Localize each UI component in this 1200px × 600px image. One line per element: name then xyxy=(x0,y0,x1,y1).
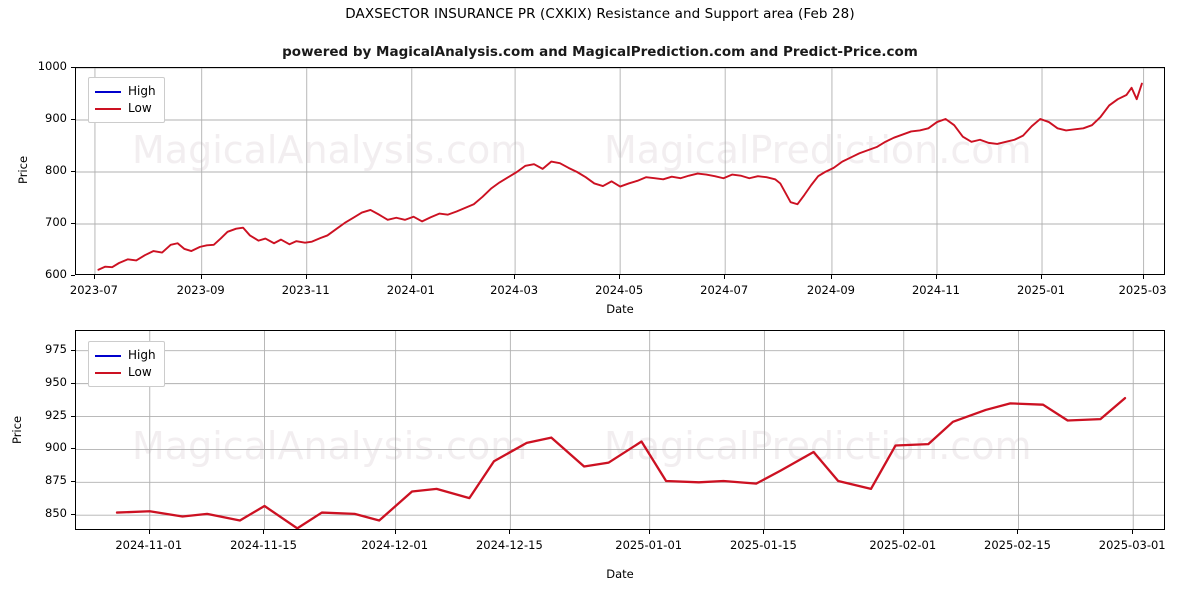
x-tickmark xyxy=(1041,275,1043,279)
x-tick-label: 2024-03 xyxy=(490,283,539,297)
y-tickmark xyxy=(71,119,75,120)
x-tickmark xyxy=(1142,275,1144,279)
x-tickmark xyxy=(902,530,904,534)
x-tickmark xyxy=(935,275,937,279)
upper-plot-area xyxy=(75,67,1165,275)
y-tick-label: 950 xyxy=(45,374,67,389)
chart-figure: DAXSECTOR INSURANCE PR (CXKIX) Resistanc… xyxy=(0,0,1200,600)
legend-swatch-low xyxy=(95,107,121,110)
x-tickmark xyxy=(763,530,765,534)
legend-label-low: Low xyxy=(128,101,152,115)
legend-label-high: High xyxy=(128,348,156,362)
legend-swatch-low xyxy=(95,371,121,374)
y-tickmark xyxy=(71,382,75,384)
x-tickmark xyxy=(509,530,511,534)
y-tick-label: 1000 xyxy=(37,59,67,73)
legend-swatch-high xyxy=(95,354,121,357)
y-tickmark xyxy=(71,223,75,224)
x-tick-label: 2025-03-01 xyxy=(1098,538,1166,552)
x-tickmark xyxy=(305,275,307,279)
y-tick-label: 925 xyxy=(45,407,67,422)
x-tick-label: 2025-01-15 xyxy=(729,538,797,552)
page-subtitle: powered by MagicalAnalysis.com and Magic… xyxy=(282,44,918,60)
y-tickmark xyxy=(71,349,75,351)
x-tickmark xyxy=(263,530,265,534)
x-tick-label: 2024-01 xyxy=(386,283,435,297)
x-tick-label: 2025-01-01 xyxy=(615,538,683,552)
x-tick-label: 2024-11-15 xyxy=(230,538,297,552)
y-tickmark xyxy=(71,415,75,417)
x-tickmark xyxy=(619,275,621,279)
x-tick-label: 2024-07 xyxy=(700,283,749,297)
x-tickmark xyxy=(148,530,150,534)
y-tick-label: 800 xyxy=(45,163,67,177)
x-tick-label: 2023-07 xyxy=(69,283,118,297)
x-tickmark xyxy=(514,275,516,279)
y-tick-label: 850 xyxy=(45,506,67,521)
lower-plot-area xyxy=(75,330,1165,530)
legend-row-high: High xyxy=(95,83,156,100)
x-tick-label: 2025-02-15 xyxy=(984,538,1051,552)
lower-series-lines xyxy=(115,396,1127,529)
legend-row-low: Low xyxy=(95,364,156,381)
lower-x-axis-label: Date xyxy=(606,567,634,581)
x-tickmark xyxy=(648,530,650,534)
upper-x-axis-label: Date xyxy=(606,302,634,316)
x-tickmark xyxy=(200,275,202,279)
legend-label-low: Low xyxy=(128,365,152,379)
y-tickmark xyxy=(71,514,75,516)
x-tickmark xyxy=(1017,530,1019,534)
x-tick-label: 2023-11 xyxy=(281,283,330,297)
y-tick-label: 700 xyxy=(45,215,67,229)
upper-series-lines xyxy=(97,82,1143,271)
x-tickmark xyxy=(410,275,412,279)
x-tickmark xyxy=(394,530,396,534)
legend-row-high: High xyxy=(95,347,156,364)
x-tick-label: 2024-12-01 xyxy=(361,538,429,552)
x-tick-label: 2024-09 xyxy=(806,283,855,297)
x-tick-label: 2025-03 xyxy=(1118,283,1167,297)
y-tick-label: 900 xyxy=(45,111,67,125)
y-tick-label: 900 xyxy=(45,440,67,455)
legend-swatch-high xyxy=(95,90,121,93)
y-tickmark xyxy=(71,67,75,68)
y-tickmark xyxy=(71,171,75,172)
y-tickmark xyxy=(71,481,75,483)
x-tick-label: 2024-05 xyxy=(595,283,644,297)
x-tick-label: 2025-01 xyxy=(1016,283,1066,297)
x-tick-label: 2023-09 xyxy=(176,283,225,297)
legend-label-high: High xyxy=(128,84,156,98)
x-tickmark xyxy=(724,275,726,279)
upper-legend: High Low xyxy=(88,77,165,123)
legend-row-low: Low xyxy=(95,100,156,117)
y-tickmark xyxy=(71,275,75,276)
x-tick-label: 2024-12-15 xyxy=(475,538,543,552)
x-tickmark xyxy=(1132,530,1134,534)
x-tick-label: 2024-11-01 xyxy=(115,538,183,552)
y-tick-label: 975 xyxy=(45,341,67,356)
x-tick-label: 2024-11 xyxy=(911,283,960,297)
lower-legend: High Low xyxy=(88,341,165,387)
x-tick-label: 2025-02-01 xyxy=(869,538,937,552)
y-tick-label: 600 xyxy=(45,267,67,281)
x-tickmark xyxy=(93,275,95,279)
x-tickmark xyxy=(830,275,832,279)
y-tick-label: 875 xyxy=(45,473,67,488)
page-title: DAXSECTOR INSURANCE PR (CXKIX) Resistanc… xyxy=(345,6,855,22)
y-tickmark xyxy=(71,448,75,450)
